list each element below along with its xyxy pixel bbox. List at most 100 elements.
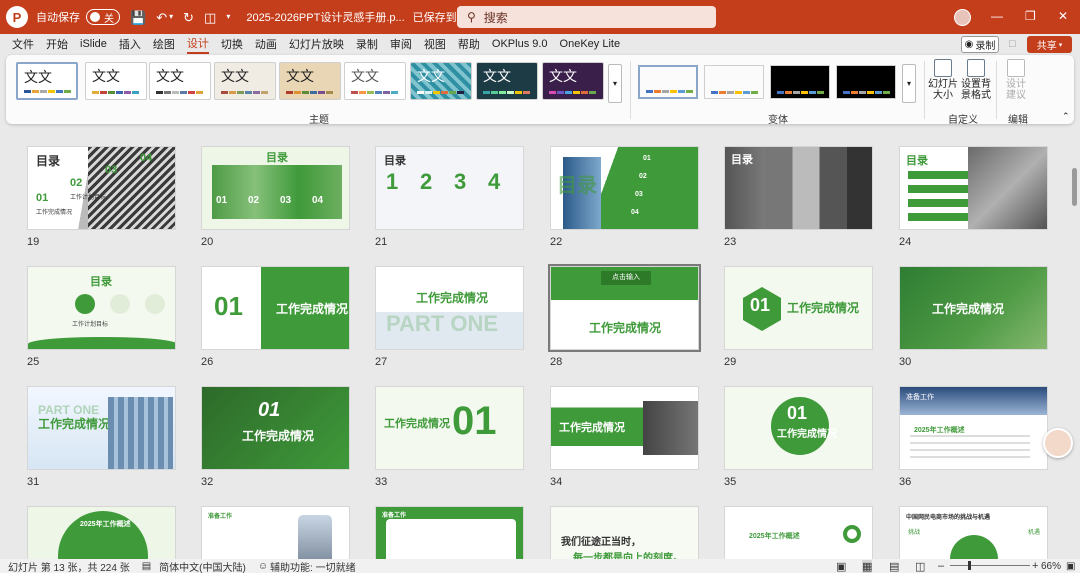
tab-draw[interactable]: 绘图 (153, 36, 175, 52)
share-button[interactable]: 共享 ▾ (1027, 36, 1072, 53)
slide-image (765, 147, 872, 229)
comment-icon[interactable]: □ (1009, 38, 1016, 50)
slide-thumbnail[interactable]: 工作完成情况 (899, 266, 1048, 350)
slide-size-button[interactable]: 幻灯片 大小 (928, 59, 958, 101)
vertical-scrollbar[interactable] (1070, 126, 1079, 559)
tab-onekey[interactable]: OneKey Lite (560, 38, 621, 50)
variant-2[interactable] (704, 65, 764, 99)
redo-icon[interactable]: ↻ (183, 11, 194, 24)
undo-icon[interactable]: ↶ (156, 11, 167, 24)
slide-thumbnail[interactable]: 目录 01 02 03 04 (550, 146, 699, 230)
tab-help[interactable]: 帮助 (458, 36, 480, 52)
theme-5[interactable]: 文文 (279, 62, 341, 100)
design-ideas-button[interactable]: 设计 建议 (1002, 59, 1030, 101)
slide-thumbnail[interactable]: 工作完成情况 PART ONE (375, 266, 524, 350)
tab-insert[interactable]: 插入 (119, 36, 141, 52)
slide-sorter-icon[interactable]: ▦ (862, 559, 873, 573)
tab-slideshow[interactable]: 幻灯片放映 (289, 36, 344, 52)
slideshow-icon[interactable]: ◫ (915, 560, 925, 573)
present-icon[interactable]: ◫ (204, 11, 216, 24)
slide-icon-circle (110, 294, 130, 314)
autosave-toggle[interactable]: 关 (86, 9, 120, 25)
collapse-ribbon-icon[interactable]: ⌃ (1062, 111, 1070, 122)
slide-thumbnail[interactable]: 目录 01 02 03 04 (201, 146, 350, 230)
minimize-icon[interactable]: — (991, 9, 1003, 23)
slide-thumbnail[interactable]: 工作完成情况 01 (375, 386, 524, 470)
tab-animations[interactable]: 动画 (255, 36, 277, 52)
slide-label-right: 机遇 (1028, 530, 1041, 536)
slide-thumbnail[interactable]: 目录 01 02 03 04 工作完成情况 工作计划目标 (27, 146, 176, 230)
zoom-level[interactable]: 66% (1041, 561, 1061, 572)
spelling-icon[interactable]: ▤ (142, 561, 151, 572)
tab-okplus[interactable]: OKPlus 9.0 (492, 38, 548, 50)
reading-view-icon[interactable]: ▤ (889, 560, 899, 573)
undo-dropdown-icon[interactable]: ▾ (169, 13, 173, 21)
tab-home[interactable]: 开始 (46, 36, 68, 52)
slide-thumbnail[interactable]: PART ONE 工作完成情况 (27, 386, 176, 470)
search-box[interactable]: ⚲ 搜索 (457, 6, 716, 28)
slide-thumbnail[interactable]: 01 工作完成情况 (724, 386, 873, 470)
slide-thumbnail[interactable]: 中国网民电商市场的挑战与机遇 挑战 机遇 (899, 506, 1048, 559)
slide-number: 35 (724, 476, 737, 488)
chevron-down-icon: ▾ (1058, 41, 1063, 49)
close-icon[interactable]: ✕ (1058, 9, 1068, 23)
customize-qat-icon[interactable]: ▾ (226, 13, 230, 21)
slide-thumbnail[interactable]: 工作完成情况 (550, 386, 699, 470)
slide-thumbnail[interactable]: 01 工作完成情况 (201, 266, 350, 350)
slide-thumbnail[interactable]: 2025年工作概述 (724, 506, 873, 559)
user-avatar[interactable] (954, 9, 971, 26)
scrollbar-thumb[interactable] (1072, 168, 1077, 206)
themes-more-button[interactable]: ▾ (608, 64, 622, 103)
more-icon: ▾ (906, 79, 911, 88)
tab-file[interactable]: 文件 (12, 36, 34, 52)
slide-thumbnail-selected[interactable]: 点击输入 工作完成情况 (548, 264, 701, 352)
theme-2[interactable]: 文文 (85, 62, 147, 100)
theme-8[interactable]: 文文 (476, 62, 538, 100)
save-icon[interactable]: 💾 (130, 11, 146, 24)
theme-office[interactable]: 文文 (16, 62, 78, 100)
variant-1[interactable] (638, 65, 698, 99)
slide-thumbnail[interactable]: 01 工作完成情况 (724, 266, 873, 350)
tab-view[interactable]: 视图 (424, 36, 446, 52)
restore-icon[interactable]: ❐ (1025, 9, 1036, 23)
fit-to-window-icon[interactable]: ▣ (1066, 561, 1075, 572)
zoom-out-icon[interactable]: – (938, 560, 944, 572)
variants-more-button[interactable]: ▾ (902, 64, 916, 103)
tab-transitions[interactable]: 切换 (221, 36, 243, 52)
variant-4[interactable] (836, 65, 896, 99)
slide-number: 28 (550, 356, 563, 368)
variant-3[interactable] (770, 65, 830, 99)
slide-thumbnail[interactable]: 准备工作 (201, 506, 350, 559)
slide-item-number: 03 (105, 164, 118, 176)
theme-6[interactable]: 文文 (344, 62, 406, 100)
normal-view-icon[interactable]: ▣ (836, 560, 846, 573)
theme-7[interactable]: 文文 (410, 62, 472, 100)
language-status[interactable]: 简体中文(中国大陆) (159, 559, 246, 573)
theme-3[interactable]: 文文 (149, 62, 211, 100)
document-title[interactable]: 2025-2026PPT设计灵感手册.p... (246, 9, 404, 25)
slide-thumbnail[interactable]: 目录 (724, 146, 873, 230)
slide-thumbnail[interactable]: 01 工作完成情况 (201, 386, 350, 470)
assistant-avatar-icon[interactable] (1043, 428, 1073, 458)
record-button[interactable]: ◉ 录制 (961, 36, 999, 53)
slide-thumbnail[interactable]: 准备工作 (375, 506, 524, 559)
theme-9[interactable]: 文文 (542, 62, 604, 100)
zoom-in-icon[interactable]: + (1032, 560, 1038, 572)
tab-review[interactable]: 审阅 (390, 36, 412, 52)
slide-thumbnail[interactable]: 我们征途正当时， 每一步都是向上的刻度。 (550, 506, 699, 559)
tab-design[interactable]: 设计 (186, 35, 209, 54)
tab-record[interactable]: 录制 (356, 36, 378, 52)
zoom-slider[interactable] (950, 561, 1030, 570)
accessibility-status[interactable]: 辅助功能: 一切就绪 (270, 559, 356, 573)
slide-thumbnail[interactable]: 目录 工作计划目标 (27, 266, 176, 350)
zoom-slider-thumb[interactable] (968, 561, 971, 570)
tab-islide[interactable]: iSlide (80, 38, 107, 50)
slide-image (968, 147, 1047, 229)
accessibility-icon[interactable]: ☺ (258, 561, 268, 572)
slide-thumbnail[interactable]: 目录 1 2 3 4 (375, 146, 524, 230)
slide-thumbnail[interactable]: 目录 (899, 146, 1048, 230)
theme-4[interactable]: 文文 (214, 62, 276, 100)
slide-thumbnail[interactable]: 2025年工作概述 (27, 506, 176, 559)
format-background-button[interactable]: 设置背 景格式 (961, 59, 991, 101)
slide-thumbnail[interactable]: 准备工作 2025年工作概述 (899, 386, 1048, 470)
